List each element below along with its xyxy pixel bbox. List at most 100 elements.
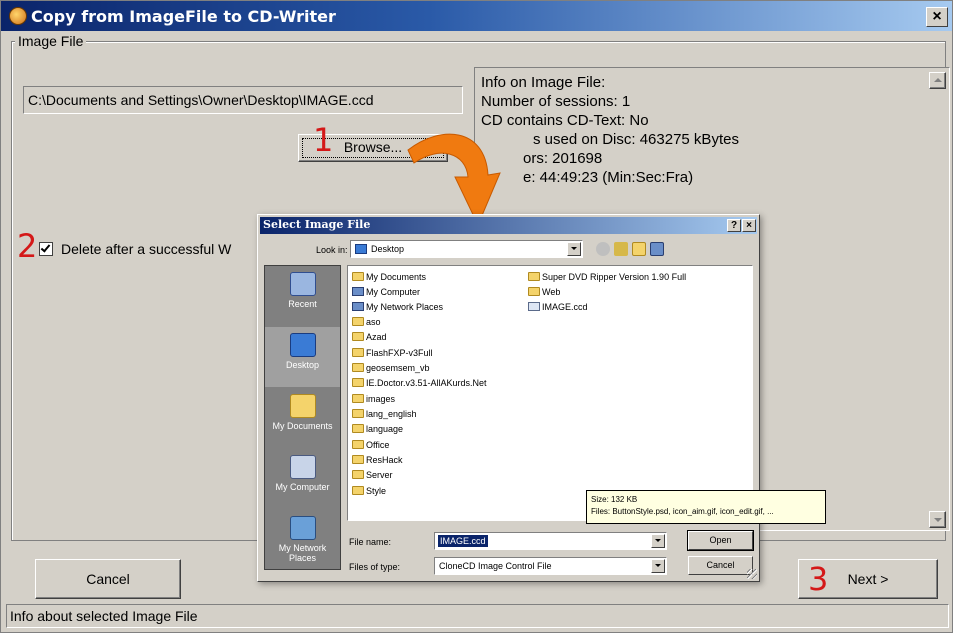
list-item[interactable]: Style bbox=[352, 484, 386, 498]
computer-icon bbox=[352, 287, 364, 296]
my-computer-icon bbox=[289, 455, 316, 479]
list-item[interactable]: IE.Doctor.v3.51-AllAKurds.Net bbox=[352, 376, 487, 390]
list-item[interactable]: My Documents bbox=[352, 270, 426, 284]
scroll-down-icon bbox=[933, 518, 942, 522]
scroll-up-icon bbox=[933, 78, 942, 82]
groupbox-legend: Image File bbox=[15, 33, 87, 49]
view-menu-icon[interactable] bbox=[650, 242, 664, 256]
places-bar: Recent Desktop My Documents My Computer … bbox=[264, 265, 341, 570]
list-item[interactable]: Server bbox=[352, 468, 393, 482]
scroll-up-button[interactable] bbox=[929, 72, 946, 89]
close-icon[interactable]: × bbox=[926, 7, 948, 27]
info-line: Number of sessions: 1 bbox=[481, 93, 631, 110]
dialog-close-icon[interactable]: × bbox=[742, 219, 756, 232]
file-name-input[interactable]: IMAGE.ccd bbox=[434, 532, 667, 550]
info-line: CD contains CD-Text: No bbox=[481, 112, 649, 129]
look-in-select[interactable]: Desktop bbox=[350, 240, 583, 258]
file-name-value: IMAGE.ccd bbox=[438, 535, 488, 547]
file-list[interactable]: My Documents My Computer My Network Plac… bbox=[347, 265, 826, 524]
list-item[interactable]: geosemsem_vb bbox=[352, 361, 430, 375]
folder-icon bbox=[352, 378, 364, 387]
tooltip-files: Files: ButtonStyle.psd, icon_aim.gif, ic… bbox=[591, 507, 774, 516]
list-item[interactable]: ResHack bbox=[352, 453, 403, 467]
file-type-value: CloneCD Image Control File bbox=[439, 561, 552, 571]
image-path-field: C:\Documents and Settings\Owner\Desktop\… bbox=[23, 86, 463, 114]
chevron-down-icon bbox=[655, 539, 661, 542]
dialog-toolbar bbox=[596, 242, 686, 258]
place-label: My Network Places bbox=[278, 543, 327, 563]
list-item-label: ResHack bbox=[366, 455, 403, 465]
list-item[interactable]: Super DVD Ripper Version 1.90 Full bbox=[528, 270, 686, 284]
place-recent[interactable]: Recent bbox=[265, 266, 340, 326]
checkmark-icon bbox=[40, 242, 51, 253]
file-type-select[interactable]: CloneCD Image Control File bbox=[434, 557, 667, 575]
place-my-documents[interactable]: My Documents bbox=[265, 388, 340, 448]
window-title: Copy from ImageFile to CD-Writer bbox=[31, 7, 336, 26]
folder-icon bbox=[352, 363, 364, 372]
look-in-dropdown-button[interactable] bbox=[567, 242, 581, 256]
desktop-icon bbox=[289, 333, 316, 357]
list-item[interactable]: Azad bbox=[352, 330, 387, 344]
list-item-label: My Computer bbox=[366, 287, 421, 297]
list-item[interactable]: aso bbox=[352, 315, 381, 329]
cancel-button[interactable]: Cancel bbox=[35, 559, 181, 599]
list-item[interactable]: FlashFXP-v3Full bbox=[352, 346, 433, 360]
list-item-label: images bbox=[366, 394, 396, 404]
list-item-label: Azad bbox=[366, 332, 387, 342]
list-item-label: aso bbox=[366, 317, 381, 327]
list-item[interactable]: My Computer bbox=[352, 285, 420, 299]
up-folder-icon[interactable] bbox=[614, 242, 628, 256]
title-bar[interactable]: Copy from ImageFile to CD-Writer × bbox=[1, 1, 952, 31]
place-label: Recent bbox=[288, 299, 317, 309]
new-folder-icon[interactable] bbox=[632, 242, 646, 256]
folder-icon bbox=[352, 424, 364, 433]
delete-after-write-checkbox[interactable] bbox=[39, 242, 53, 256]
dialog-title: Select Image File bbox=[263, 218, 371, 231]
app-icon bbox=[9, 7, 27, 25]
list-item[interactable]: images bbox=[352, 392, 395, 406]
place-label: My Computer bbox=[275, 482, 330, 492]
list-item[interactable]: language bbox=[352, 422, 403, 436]
dialog-title-bar[interactable]: Select Image File ? × bbox=[260, 217, 757, 234]
info-line: e: 44:49:23 (Min:Sec:Fra) bbox=[523, 169, 694, 186]
folder-icon bbox=[352, 455, 364, 464]
list-item[interactable]: Office bbox=[352, 438, 389, 452]
list-item[interactable]: My Network Places bbox=[352, 300, 443, 314]
list-item-label: geosemsem_vb bbox=[366, 363, 430, 373]
look-in-value: Desktop bbox=[371, 244, 405, 254]
place-my-computer[interactable]: My Computer bbox=[265, 449, 340, 509]
list-item-label: language bbox=[366, 424, 404, 434]
list-item-label: My Documents bbox=[366, 272, 427, 282]
list-item-label: Server bbox=[366, 470, 393, 480]
list-item[interactable]: lang_english bbox=[352, 407, 417, 421]
back-icon[interactable] bbox=[596, 242, 610, 256]
step-1-annotation: 1 bbox=[313, 121, 334, 159]
scroll-down-button[interactable] bbox=[929, 511, 946, 528]
list-item-label: lang_english bbox=[366, 409, 417, 419]
folder-icon bbox=[352, 394, 364, 403]
place-network[interactable]: My Network Places bbox=[265, 510, 340, 570]
chevron-down-icon bbox=[571, 247, 577, 250]
status-bar: Info about selected Image File bbox=[6, 604, 949, 628]
dialog-cancel-button[interactable]: Cancel bbox=[688, 556, 753, 575]
list-item-label: IE.Doctor.v3.51-AllAKurds.Net bbox=[366, 378, 487, 388]
place-desktop[interactable]: Desktop bbox=[265, 327, 340, 387]
help-icon[interactable]: ? bbox=[727, 219, 741, 232]
step-3-annotation: 3 bbox=[808, 560, 829, 598]
file-type-dropdown-button[interactable] bbox=[651, 559, 665, 573]
resize-grip-icon[interactable] bbox=[747, 569, 757, 579]
list-item[interactable]: Web bbox=[528, 285, 560, 299]
info-line: ors: 201698 bbox=[523, 150, 603, 167]
list-item-label: IMAGE.ccd bbox=[542, 302, 588, 312]
folder-icon bbox=[352, 409, 364, 418]
folder-icon bbox=[352, 272, 364, 281]
file-name-dropdown-button[interactable] bbox=[651, 534, 665, 548]
file-name-label: File name: bbox=[349, 537, 392, 547]
list-item[interactable]: IMAGE.ccd bbox=[528, 300, 588, 314]
folder-tooltip: Size: 132 KB Files: ButtonStyle.psd, ico… bbox=[586, 490, 826, 524]
delete-after-write-row[interactable]: Delete after a successful W bbox=[39, 241, 231, 257]
file-type-label: Files of type: bbox=[349, 562, 401, 572]
open-button[interactable]: Open bbox=[687, 530, 754, 551]
recent-icon bbox=[289, 272, 316, 296]
folder-icon bbox=[352, 440, 364, 449]
